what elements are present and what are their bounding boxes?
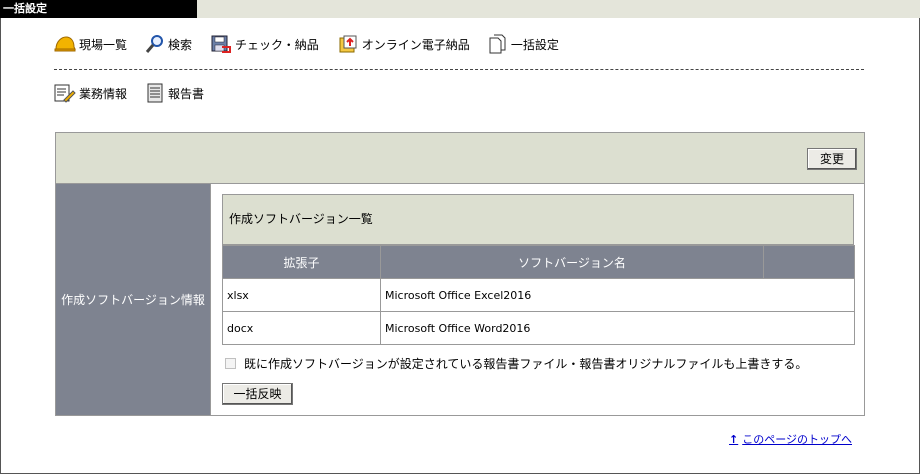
documents-icon	[489, 34, 506, 54]
cell-extension: xlsx	[222, 278, 381, 312]
table-header-row: 拡張子 ソフトバージョン名	[222, 245, 855, 279]
nav-item-search[interactable]: 検索	[145, 34, 192, 54]
nav-label: 報告書	[168, 86, 205, 101]
nav-item-online-delivery[interactable]: オンライン電子納品	[337, 34, 470, 54]
panel-header: 変更	[56, 133, 864, 184]
overwrite-option: 既に作成ソフトバージョンが設定されている報告書ファイル・報告書オリジナルファイル…	[222, 355, 807, 372]
column-header-software-name: ソフトバージョン名	[380, 245, 764, 279]
secondary-nav: 業務情報 報告書	[54, 82, 222, 104]
overwrite-checkbox-label: 既に作成ソフトバージョンが設定されている報告書ファイル・報告書オリジナルファイル…	[244, 357, 808, 371]
window-title: 一括設定	[0, 0, 197, 18]
nav-item-bulk-settings[interactable]: 一括設定	[488, 34, 559, 54]
save-disk-icon	[211, 35, 232, 53]
nav-item-report[interactable]: 報告書	[145, 83, 204, 103]
nav-divider	[54, 69, 864, 70]
row-label-software-version: 作成ソフトバージョン情報	[56, 184, 211, 415]
cell-extension: docx	[222, 311, 381, 345]
nav-label: 一括設定	[510, 37, 559, 52]
software-version-table: 拡張子 ソフトバージョン名 xlsx Microsoft Office Exce…	[222, 245, 855, 345]
overwrite-checkbox[interactable]	[225, 358, 236, 369]
nav-item-check-delivery[interactable]: チェック・納品	[210, 34, 319, 54]
nav-label: 検索	[168, 37, 193, 52]
back-to-top-link[interactable]: ↑ このページのトップへ	[729, 431, 852, 447]
nav-label: 業務情報	[79, 86, 128, 101]
nav-label: チェック・納品	[235, 37, 319, 52]
table-row: docx Microsoft Office Word2016	[222, 311, 855, 345]
bulk-apply-button[interactable]: 一括反映	[222, 383, 293, 405]
nav-label: オンライン電子納品	[361, 37, 470, 52]
magnifier-icon	[145, 35, 164, 53]
software-version-section: 作成ソフトバージョン一覧 拡張子 ソフトバージョン名 xlsx Microsof…	[222, 194, 855, 345]
column-header-extension: 拡張子	[222, 245, 381, 279]
nav-item-site-list[interactable]: 現場一覧	[54, 35, 127, 53]
edit-document-icon	[54, 84, 76, 103]
cell-software-name: Microsoft Office Word2016	[380, 311, 855, 345]
back-to-top-label: このページのトップへ	[742, 433, 852, 446]
nav-label: 現場一覧	[79, 37, 128, 52]
primary-nav: 現場一覧 検索 チェック・納品 オンライン電子納品 一括設定	[54, 33, 577, 55]
settings-panel: 変更 作成ソフトバージョン情報 作成ソフトバージョン一覧 拡張子 ソフトバージョ…	[55, 132, 865, 416]
up-arrow-icon: ↑	[729, 432, 739, 446]
nav-item-work-info[interactable]: 業務情報	[54, 83, 127, 103]
section-title: 作成ソフトバージョン一覧	[222, 194, 854, 245]
online-delivery-icon	[339, 35, 357, 53]
table-row: xlsx Microsoft Office Excel2016	[222, 278, 855, 312]
helmet-icon	[54, 36, 76, 52]
cell-software-name: Microsoft Office Excel2016	[380, 278, 855, 312]
column-header-blank	[763, 245, 855, 279]
change-button[interactable]: 変更	[807, 148, 857, 170]
report-icon	[147, 83, 163, 103]
